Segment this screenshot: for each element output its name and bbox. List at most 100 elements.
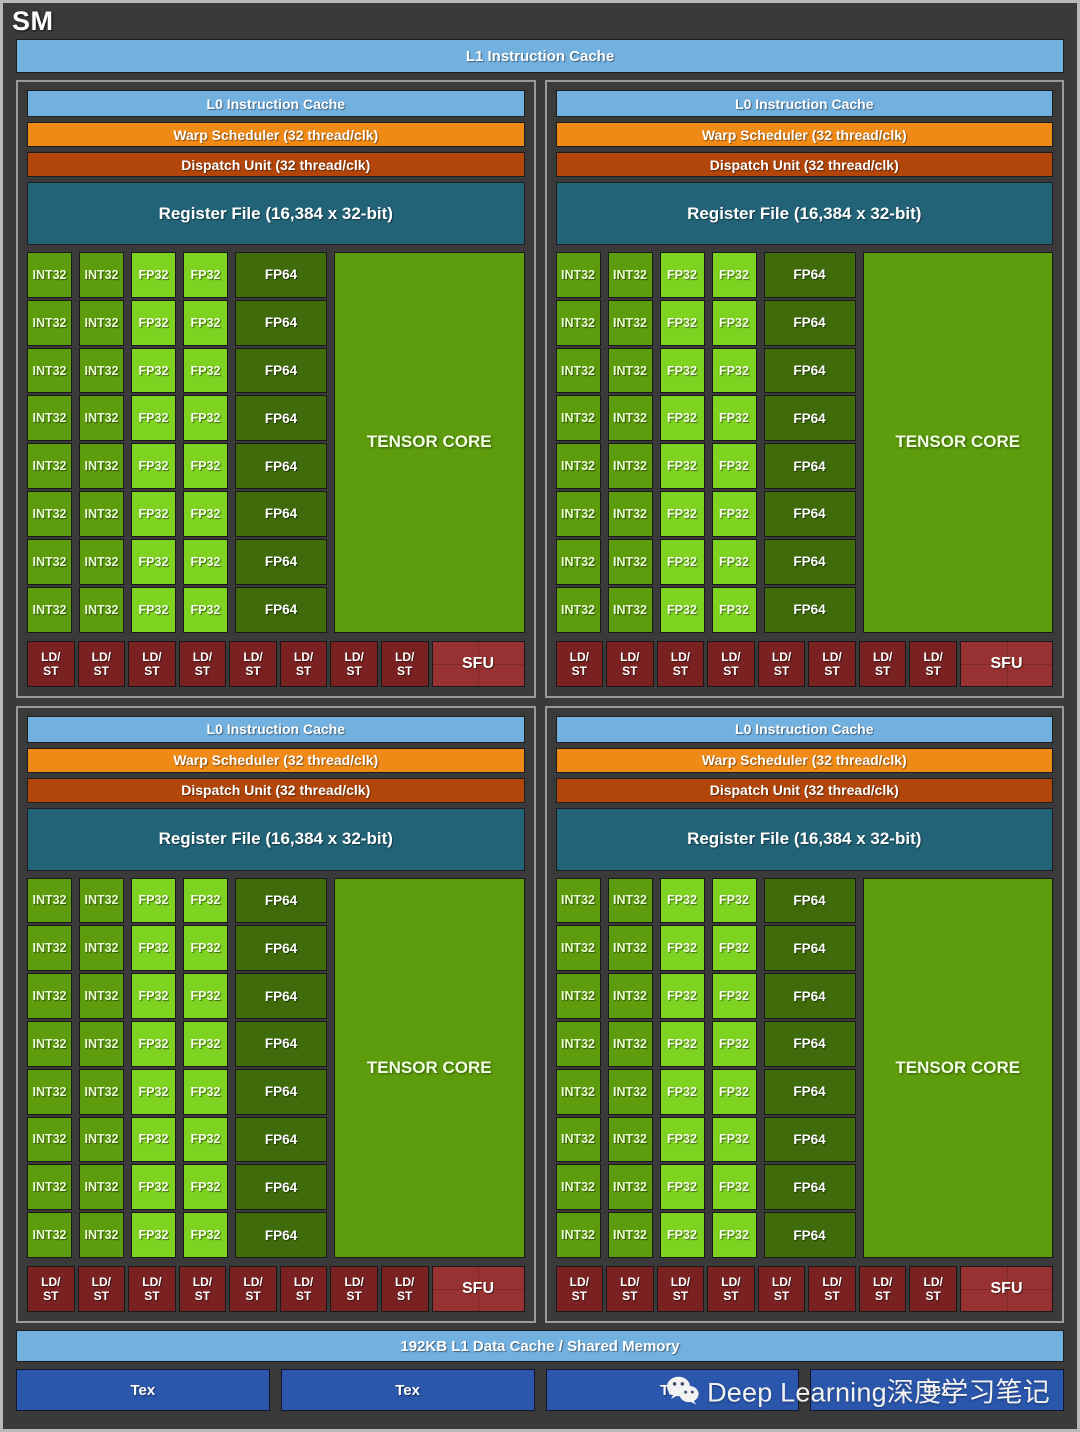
load-store-label: LD/	[771, 649, 792, 664]
fp32-core-column: FP32 FP32 FP32 FP32 FP32 FP32 FP32 FP32	[711, 252, 757, 633]
int32-core: INT32	[607, 347, 653, 394]
int32-core: INT32	[79, 252, 124, 298]
fp32-core: FP32	[659, 299, 705, 346]
register-file-block: Register File (16,384 x 32-bit)	[555, 807, 1053, 871]
int32-core: INT32	[27, 491, 72, 537]
dispatch-unit-block: Dispatch Unit (32 thread/clk)	[555, 777, 1053, 803]
load-store-label: LD/	[243, 1275, 263, 1289]
int32-core: INT32	[27, 299, 72, 346]
int32-core: INT32	[607, 252, 653, 298]
int32-core: INT32	[555, 299, 601, 346]
fp64-core: FP64	[763, 347, 856, 394]
fp64-core: FP64	[763, 252, 856, 298]
int32-core-column: INT32 INT32 INT32 INT32 INT32 INT32 INT32 INT32	[79, 252, 124, 633]
load-store-unit: LD/ST	[606, 1266, 654, 1312]
tensor-core-column: TENSOR CORE	[862, 877, 1053, 1258]
load-store-label: LD/	[192, 649, 213, 664]
int32-core: INT32	[607, 1116, 653, 1163]
texture-unit: Tex	[545, 1369, 800, 1411]
fp64-core: FP64	[235, 491, 327, 537]
fp32-core: FP32	[659, 347, 705, 394]
load-store-label: ST	[672, 1289, 689, 1303]
load-store-label: LD/	[771, 1275, 792, 1289]
int32-core-column: INT32 INT32 INT32 INT32 INT32 INT32 INT32 INT32	[607, 252, 653, 633]
int32-core: INT32	[79, 347, 124, 394]
load-store-unit: LD/ST	[178, 1266, 227, 1312]
fp32-core: FP32	[659, 877, 705, 924]
int32-core: INT32	[555, 491, 601, 537]
load-store-label: LD/	[142, 1275, 162, 1289]
load-store-unit: LD/ST	[380, 640, 429, 687]
int32-core: INT32	[79, 443, 124, 490]
register-file-block: Register File (16,384 x 32-bit)	[27, 182, 525, 245]
load-store-label: LD/	[91, 1275, 112, 1289]
register-file-block: Register File (16,384 x 32-bit)	[555, 182, 1053, 245]
load-store-unit: LD/ST	[909, 1266, 957, 1312]
load-store-unit: LD/ST	[27, 640, 75, 687]
load-store-unit: LD/ST	[808, 1266, 856, 1312]
processing-partition: L0 Instruction Cache Warp Scheduler (32 t…	[544, 80, 1064, 698]
fp64-core: FP64	[763, 877, 856, 924]
int32-core: INT32	[79, 586, 124, 633]
fp64-core: FP64	[235, 1212, 327, 1258]
fp32-core: FP32	[659, 252, 705, 298]
load-store-label: ST	[773, 663, 790, 678]
int32-core: INT32	[607, 1164, 653, 1211]
core-array: INT32 INT32 INT32 INT32 INT32 INT32 INT32 INT32…	[555, 252, 1053, 633]
int32-core: INT32	[79, 1020, 124, 1067]
load-store-label: LD/	[620, 1275, 640, 1289]
fp32-core: FP32	[131, 299, 176, 346]
fp32-core: FP32	[131, 443, 176, 490]
int32-core: INT32	[555, 443, 601, 490]
fp32-core: FP32	[711, 443, 757, 490]
load-store-label: ST	[194, 1289, 211, 1303]
int32-core: INT32	[27, 1068, 72, 1115]
int32-core: INT32	[27, 395, 72, 442]
fp32-core: FP32	[183, 395, 228, 442]
int32-core-column: INT32 INT32 INT32 INT32 INT32 INT32 INT32 INT32	[607, 877, 653, 1258]
sm-diagram: SM L1 Instruction Cache L0 Instruction C…	[0, 0, 1080, 1432]
load-store-unit: LD/ST	[279, 1266, 328, 1312]
fp64-core: FP64	[235, 1164, 327, 1211]
load-store-label: ST	[622, 1289, 638, 1303]
load-store-label: LD/	[192, 1275, 213, 1289]
load-store-label: LD/	[91, 649, 112, 664]
int32-core: INT32	[79, 1116, 124, 1163]
sfu-label: SFU	[462, 1280, 494, 1297]
load-store-label: ST	[824, 1289, 840, 1303]
load-store-label: LD/	[620, 649, 640, 664]
int32-core: INT32	[27, 1164, 72, 1211]
int32-core-column: INT32 INT32 INT32 INT32 INT32 INT32 INT32 INT32	[27, 877, 72, 1258]
load-store-label: LD/	[872, 1275, 893, 1289]
int32-core: INT32	[607, 443, 653, 490]
load-store-unit: LD/ST	[128, 640, 176, 687]
fp64-core-column: FP64 FP64 FP64 FP64 FP64 FP64 FP64 FP64	[235, 877, 327, 1258]
fp64-core: FP64	[235, 1116, 327, 1163]
fp32-core: FP32	[131, 491, 176, 537]
texture-unit-row: Tex Tex Tex Tex Deep Learning深度学习笔记	[16, 1369, 1064, 1411]
fp64-core: FP64	[235, 347, 327, 394]
load-store-label: ST	[144, 1289, 160, 1303]
load-store-label: ST	[295, 1289, 312, 1303]
fp32-core: FP32	[659, 925, 705, 972]
int32-core: INT32	[607, 491, 653, 537]
load-store-label: ST	[723, 663, 739, 678]
load-store-unit: LD/ST	[128, 1266, 176, 1312]
warp-scheduler-block: Warp Scheduler (32 thread/clk)	[27, 747, 525, 773]
processing-partition: L0 Instruction Cache Warp Scheduler (32 t…	[544, 705, 1064, 1323]
fp64-core: FP64	[763, 1164, 856, 1211]
load-store-unit: LD/ST	[656, 640, 705, 687]
int32-core: INT32	[79, 491, 124, 537]
load-store-label: ST	[571, 663, 587, 678]
int32-core-column: INT32 INT32 INT32 INT32 INT32 INT32 INT32 INT32	[27, 252, 72, 633]
fp32-core: FP32	[131, 538, 176, 585]
fp32-core: FP32	[659, 395, 705, 442]
load-store-label: ST	[93, 663, 110, 678]
core-array: INT32 INT32 INT32 INT32 INT32 INT32 INT32 INT32…	[27, 877, 525, 1258]
int32-core: INT32	[607, 538, 653, 585]
fp64-core: FP64	[763, 538, 856, 585]
fp64-core: FP64	[763, 925, 856, 972]
fp64-core: FP64	[763, 395, 856, 442]
load-store-label: ST	[672, 663, 689, 678]
fp32-core: FP32	[711, 925, 757, 972]
